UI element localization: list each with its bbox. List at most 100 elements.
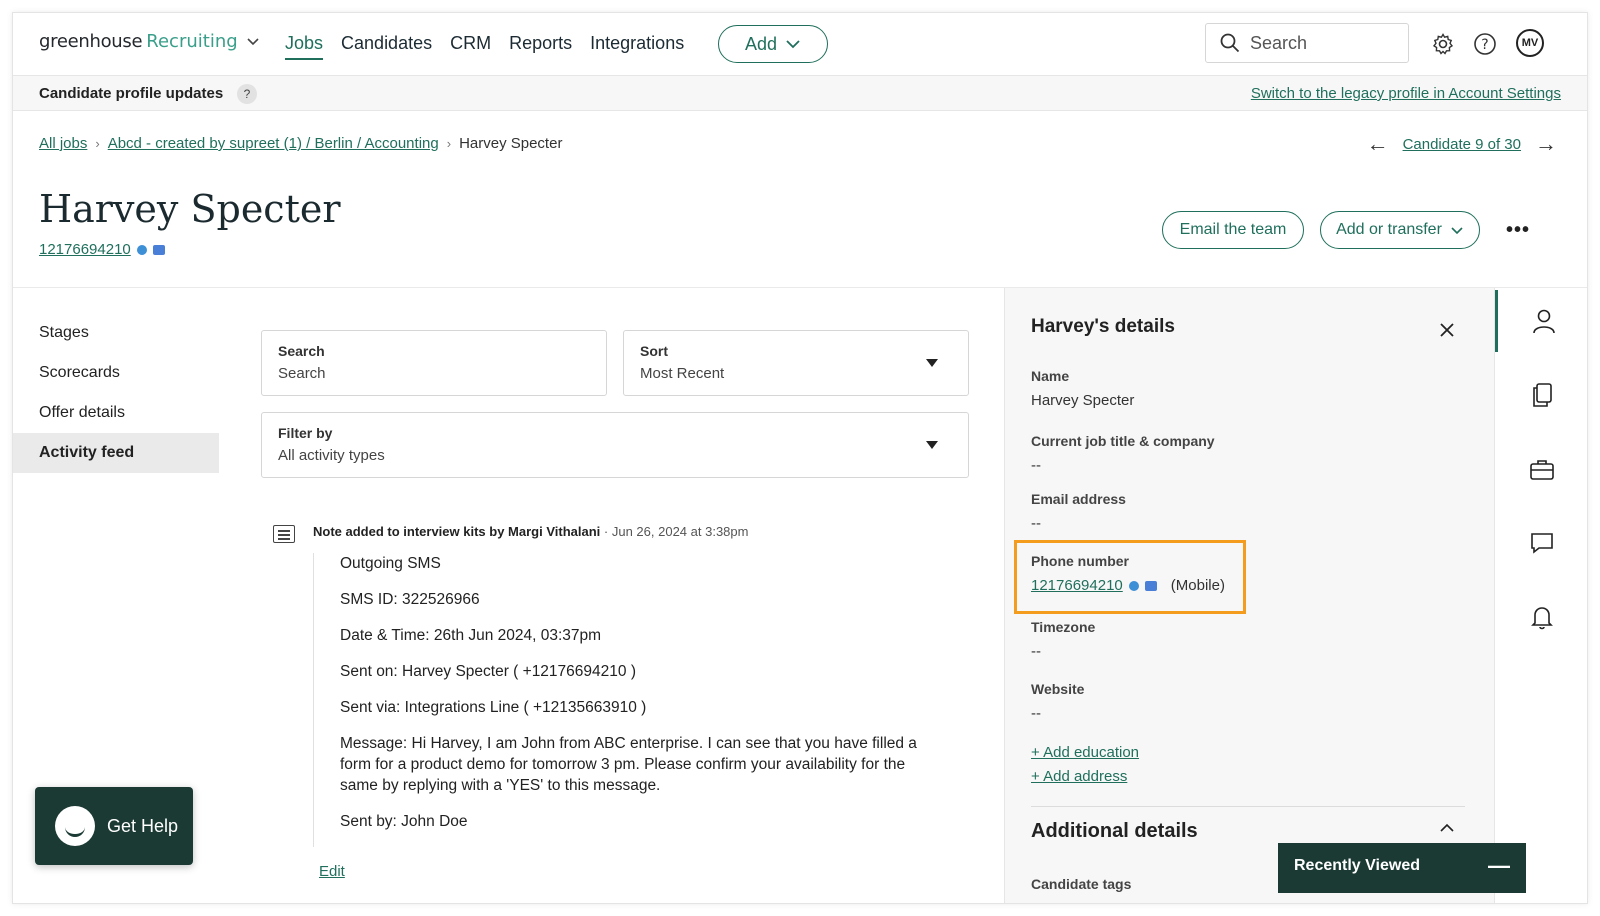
breadcrumb-all-jobs[interactable]: All jobs	[39, 135, 87, 152]
detail-name: Name Harvey Specter	[1031, 368, 1134, 409]
main-nav: Jobs Candidates CRM Reports Integrations	[285, 33, 702, 60]
chevron-right-icon: ›	[95, 136, 100, 151]
sort-label: Sort	[640, 343, 668, 359]
filter-label: Filter by	[278, 425, 333, 441]
detail-job: Current job title & company --	[1031, 433, 1215, 474]
candidate-name: Harvey Specter	[39, 187, 341, 231]
minimize-icon[interactable]: —	[1488, 853, 1510, 879]
candidate-pagination: ← Candidate 9 of 30 →	[1367, 131, 1557, 157]
details-title: Harvey's details	[1031, 316, 1175, 337]
section-activity-feed[interactable]: Activity feed	[13, 433, 219, 473]
note-line: Sent on: Harvey Specter ( +12176694210 )	[340, 663, 636, 680]
add-transfer-label: Add or transfer	[1336, 221, 1442, 238]
section-offer-details[interactable]: Offer details	[13, 393, 219, 433]
search-icon	[1220, 33, 1240, 53]
edit-note-link[interactable]: Edit	[319, 863, 345, 880]
filter-select[interactable]: Filter by All activity types	[261, 412, 969, 478]
note-header: Note added to interview kits by Margi Vi…	[313, 524, 748, 539]
breadcrumb-current: Harvey Specter	[459, 135, 563, 152]
note-icon	[273, 525, 295, 543]
gear-icon[interactable]	[1430, 31, 1456, 57]
add-address-link[interactable]: + Add address	[1031, 768, 1127, 785]
nav-integrations[interactable]: Integrations	[590, 33, 684, 60]
question-icon[interactable]: ?	[237, 84, 257, 104]
get-help-label: Get Help	[107, 815, 179, 836]
note-line: Outgoing SMS	[340, 555, 441, 572]
sms-icon[interactable]	[152, 244, 165, 255]
chevron-down-icon	[786, 40, 800, 49]
bell-icon[interactable]	[1495, 586, 1587, 648]
legacy-profile-link[interactable]: Switch to the legacy profile in Account …	[1251, 85, 1561, 102]
note-date: Jun 26, 2024 at 3:38pm	[611, 524, 749, 539]
additional-details-title[interactable]: Additional details	[1031, 820, 1198, 843]
detail-label: Email address	[1031, 491, 1126, 507]
call-icon[interactable]	[136, 244, 147, 255]
add-button-label: Add	[744, 33, 778, 54]
detail-label: Name	[1031, 368, 1070, 384]
nav-jobs[interactable]: Jobs	[285, 33, 324, 60]
filter-value: All activity types	[278, 447, 385, 464]
recently-viewed-label: Recently Viewed	[1294, 857, 1420, 874]
chat-icon[interactable]	[1495, 512, 1587, 574]
email-team-button[interactable]: Email the team	[1162, 211, 1304, 249]
search-placeholder: Search	[1250, 32, 1308, 53]
briefcase-icon[interactable]	[1495, 438, 1587, 500]
sort-value: Most Recent	[640, 365, 725, 382]
detail-timezone: Timezone --	[1031, 619, 1095, 660]
caret-down-icon	[926, 441, 938, 449]
nav-crm[interactable]: CRM	[450, 33, 491, 60]
arrow-right-icon[interactable]: →	[1535, 131, 1557, 157]
candidate-phone-link[interactable]: 12176694210	[39, 241, 131, 258]
arrow-left-icon[interactable]: ←	[1367, 131, 1389, 157]
top-navigation: greenhouse Recruiting Jobs Candidates CR…	[13, 13, 1587, 75]
detail-label: Current job title & company	[1031, 433, 1215, 449]
phone-highlight-box	[1014, 540, 1246, 614]
detail-value: Harvey Specter	[1031, 392, 1135, 409]
detail-value: --	[1031, 643, 1041, 660]
section-stages[interactable]: Stages	[13, 313, 219, 353]
detail-value: --	[1031, 515, 1041, 532]
email-team-label: Email the team	[1179, 221, 1287, 238]
feed-search-placeholder: Search	[278, 365, 326, 382]
get-help-button[interactable]: Get Help	[35, 787, 193, 865]
nav-candidates[interactable]: Candidates	[341, 33, 432, 60]
close-icon[interactable]	[1439, 318, 1455, 344]
note-line: Sent by: John Doe	[340, 813, 468, 830]
chat-bubble-icon	[55, 806, 95, 846]
logo-text: greenhouse	[39, 31, 143, 52]
add-button[interactable]: Add	[718, 25, 828, 63]
add-transfer-button[interactable]: Add or transfer	[1320, 211, 1480, 249]
right-rail	[1494, 288, 1587, 903]
sort-select[interactable]: Sort Most Recent	[623, 330, 969, 396]
detail-value: --	[1031, 705, 1041, 722]
caret-down-icon	[926, 359, 938, 367]
candidate-position-link[interactable]: Candidate 9 of 30	[1403, 136, 1521, 153]
help-icon[interactable]: ?	[1472, 31, 1498, 57]
profile-sections-nav: Stages Scorecards Offer details Activity…	[13, 313, 219, 473]
detail-email: Email address --	[1031, 491, 1126, 532]
nav-reports[interactable]: Reports	[509, 33, 572, 60]
chevron-down-icon	[246, 34, 260, 50]
documents-icon[interactable]	[1495, 364, 1587, 426]
feed-search-label: Search	[278, 343, 325, 359]
more-options-icon[interactable]: •••	[1506, 219, 1530, 242]
section-divider	[1031, 806, 1465, 807]
candidate-phone: 12176694210	[39, 241, 165, 258]
note-line: Date & Time: 26th Jun 2024, 03:37pm	[340, 627, 602, 644]
recently-viewed-bar[interactable]: Recently Viewed —	[1278, 843, 1526, 893]
person-icon[interactable]	[1495, 290, 1587, 352]
detail-website: Website --	[1031, 681, 1084, 722]
section-scorecards[interactable]: Scorecards	[13, 353, 219, 393]
app-frame: greenhouse Recruiting Jobs Candidates CR…	[12, 12, 1588, 904]
user-avatar[interactable]: MV	[1516, 29, 1544, 57]
feed-search-input[interactable]: Search Search	[261, 330, 607, 396]
add-education-link[interactable]: + Add education	[1031, 744, 1139, 761]
note-line: SMS ID: 322526966	[340, 591, 480, 608]
note-body: Outgoing SMS SMS ID: 322526966 Date & Ti…	[313, 553, 933, 847]
candidate-tags-label: Candidate tags	[1031, 876, 1132, 892]
chevron-up-icon[interactable]	[1439, 820, 1455, 838]
chevron-right-icon: ›	[446, 136, 452, 151]
breadcrumb-job[interactable]: Abcd - created by supreet (1) / Berlin /…	[108, 135, 439, 152]
product-switcher[interactable]: greenhouse Recruiting	[39, 31, 260, 52]
global-search-input[interactable]: Search	[1205, 23, 1409, 63]
